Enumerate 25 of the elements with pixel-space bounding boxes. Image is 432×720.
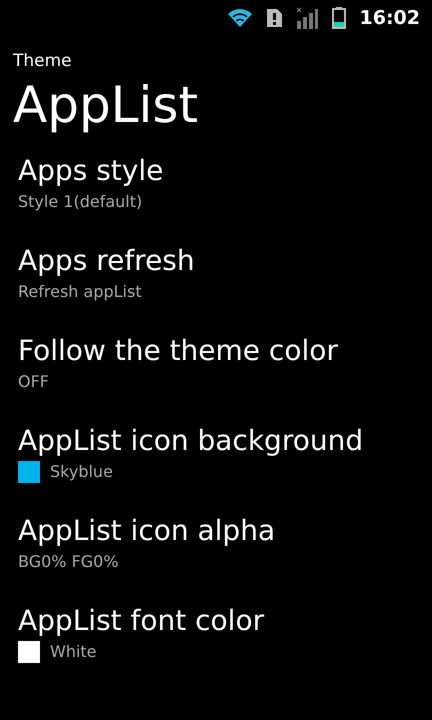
wifi-icon — [226, 8, 253, 28]
battery-icon — [332, 7, 346, 29]
settings-item[interactable]: AppList icon alpha BG0% FG0% — [0, 502, 432, 592]
setting-summary: Style 1(default) — [18, 191, 142, 213]
setting-summary: Refresh appList — [18, 281, 142, 303]
sim-alert-icon — [266, 9, 282, 27]
clock: 16:02 — [360, 6, 420, 31]
setting-summary: OFF — [18, 371, 49, 393]
setting-title: AppList icon background — [18, 423, 364, 459]
screen-title: AppList — [13, 75, 200, 136]
settings-item[interactable]: Apps refresh Refresh appList — [0, 232, 432, 322]
setting-title: Apps style — [18, 153, 164, 189]
signal-icon — [296, 7, 318, 29]
setting-title: Follow the theme color — [18, 333, 339, 369]
screen-subtitle: Theme — [13, 50, 73, 72]
settings-item[interactable]: Follow the theme color OFF — [0, 322, 432, 412]
settings-item[interactable]: AppList icon background Skyblue — [0, 412, 432, 502]
setting-title: AppList font color — [18, 603, 266, 639]
setting-title: AppList icon alpha — [18, 513, 276, 549]
setting-summary: Skyblue — [50, 461, 113, 483]
setting-summary: BG0% FG0% — [18, 551, 119, 573]
settings-item[interactable]: AppList font color White — [0, 592, 432, 682]
setting-summary: White — [50, 641, 97, 663]
settings-item[interactable]: Apps style Style 1(default) — [0, 142, 432, 232]
setting-title: Apps refresh — [18, 243, 196, 279]
